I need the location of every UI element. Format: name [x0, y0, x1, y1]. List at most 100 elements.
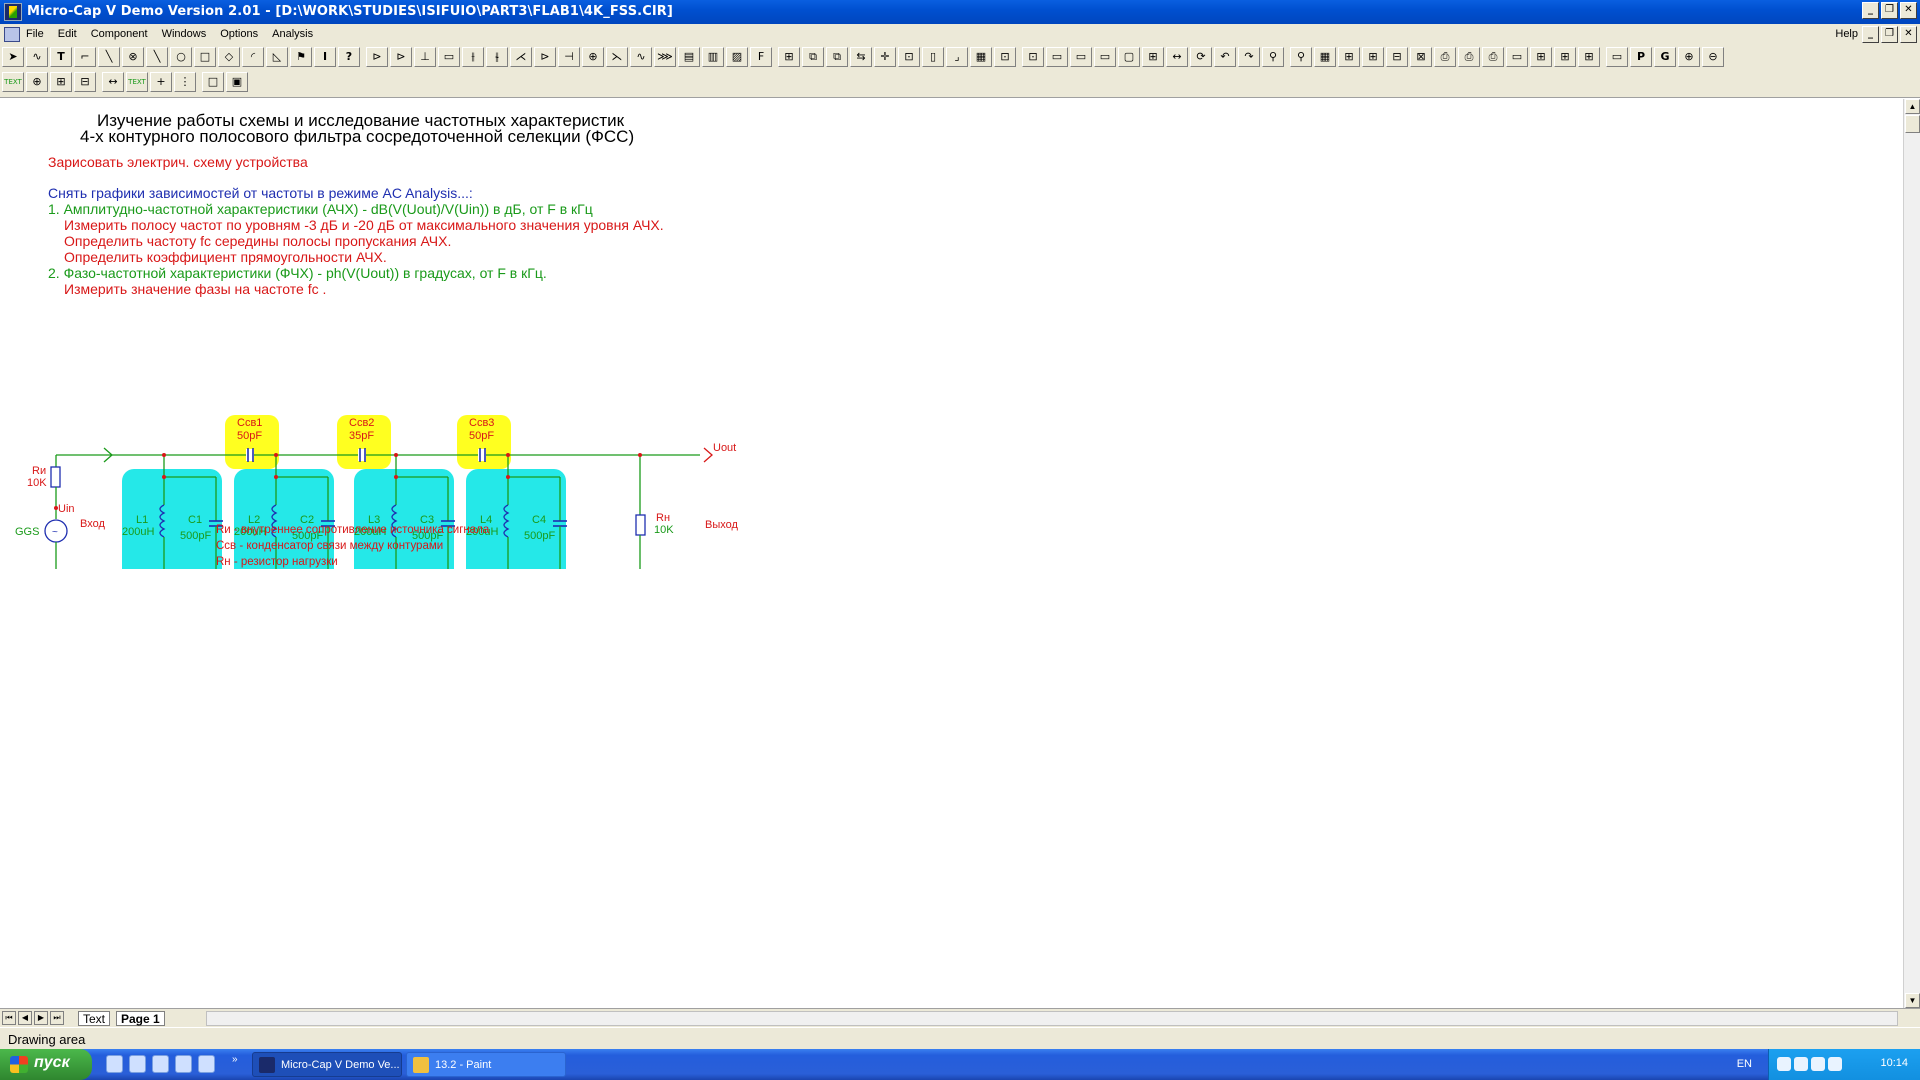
tray-volume-icon[interactable]: [1828, 1057, 1842, 1071]
probe2-icon[interactable]: ⚲: [1290, 47, 1312, 67]
close-button[interactable]: ✕: [1900, 2, 1917, 19]
g-tool[interactable]: G: [1654, 47, 1676, 67]
doc-restore-button[interactable]: ❐: [1881, 26, 1898, 43]
language-indicator[interactable]: EN: [1737, 1058, 1752, 1070]
prev-page-icon[interactable]: ◀: [18, 1011, 32, 1025]
last-page-icon[interactable]: ⏭: [50, 1011, 64, 1025]
menu-help[interactable]: Help: [1835, 28, 1858, 40]
zoom-out-icon[interactable]: ⊖: [1702, 47, 1724, 67]
tab-text[interactable]: Text: [78, 1011, 111, 1026]
jfet-icon[interactable]: ⊕: [582, 47, 604, 67]
battery-icon[interactable]: ⊣: [558, 47, 580, 67]
rectangle-icon[interactable]: □: [194, 47, 216, 67]
inductor-icon[interactable]: ⫳: [486, 47, 508, 67]
ortho-wire-icon[interactable]: ⌐: [74, 47, 96, 67]
preview-icon[interactable]: ⎙: [1434, 47, 1456, 67]
diagonal-wire-icon[interactable]: ╲: [98, 47, 120, 67]
document-icon[interactable]: [4, 27, 20, 42]
probe-icon[interactable]: ⚲: [1262, 47, 1284, 67]
model-icon[interactable]: ▭: [1506, 47, 1528, 67]
capacitor-icon[interactable]: ⫲: [462, 47, 484, 67]
font-icon[interactable]: F: [750, 47, 772, 67]
quick-launch-more-icon[interactable]: »: [232, 1054, 238, 1065]
opamp-icon[interactable]: ⋋: [606, 47, 628, 67]
first-page-icon[interactable]: ⏮: [2, 1011, 16, 1025]
pie-icon[interactable]: ◺: [266, 47, 288, 67]
task-microcap[interactable]: Micro-Cap V Demo Ve...: [252, 1052, 402, 1077]
mirror-icon[interactable]: ⊡: [898, 47, 920, 67]
explorer-icon[interactable]: [129, 1055, 146, 1073]
copy-icon[interactable]: ⧉: [802, 47, 824, 67]
bus-icon[interactable]: ⊗: [122, 47, 144, 67]
arc-icon[interactable]: ◜: [242, 47, 264, 67]
step-icon[interactable]: ⌟: [946, 47, 968, 67]
find-icon[interactable]: ⟳: [1190, 47, 1212, 67]
cir-icon[interactable]: ⊞: [1578, 47, 1600, 67]
menu-analysis[interactable]: Analysis: [272, 28, 313, 40]
macro-icon[interactable]: ▤: [678, 47, 700, 67]
scroll-thumb[interactable]: [1905, 115, 1920, 133]
cross-hair-icon[interactable]: +: [150, 72, 172, 92]
grid-text-icon[interactable]: ⊞: [50, 72, 72, 92]
zoom-in-icon[interactable]: ⊕: [1678, 47, 1700, 67]
grid-icon[interactable]: ⋮: [174, 72, 196, 92]
start-button[interactable]: пуск: [0, 1049, 92, 1080]
rn-resistor[interactable]: [635, 514, 646, 536]
diamond-icon[interactable]: ◇: [218, 47, 240, 67]
tile-h-icon[interactable]: ▭: [1046, 47, 1068, 67]
table-icon[interactable]: ▦: [970, 47, 992, 67]
pin-connection-icon[interactable]: ⊟: [74, 72, 96, 92]
menu-file[interactable]: File: [26, 28, 44, 40]
task-paint[interactable]: 13.2 - Paint: [406, 1052, 566, 1077]
horizontal-scrollbar[interactable]: [206, 1011, 1898, 1026]
title-block-icon[interactable]: ▣: [226, 72, 248, 92]
menu-options[interactable]: Options: [220, 28, 258, 40]
setup-icon[interactable]: ⎙: [1482, 47, 1504, 67]
media-icon[interactable]: [152, 1055, 169, 1073]
tab-page-1[interactable]: Page 1: [116, 1011, 165, 1026]
flip-icon[interactable]: ⇆: [850, 47, 872, 67]
scroll-up-arrow[interactable]: ▲: [1905, 99, 1920, 114]
grid-toggle-icon[interactable]: ▦: [1314, 47, 1336, 67]
node-numbers-icon[interactable]: ⊕: [26, 72, 48, 92]
text-tool[interactable]: T: [50, 47, 72, 67]
tray-antivirus-icon[interactable]: [1794, 1057, 1808, 1071]
ie-icon[interactable]: [106, 1055, 123, 1073]
ground-icon[interactable]: ⊥: [414, 47, 436, 67]
align-icon[interactable]: ▯: [922, 47, 944, 67]
undo-icon[interactable]: ↶: [1214, 47, 1236, 67]
library-icon[interactable]: ⊞: [1338, 47, 1360, 67]
attach-icon[interactable]: ⊡: [994, 47, 1016, 67]
coil-icon[interactable]: ∿: [630, 47, 652, 67]
redo-icon[interactable]: ↷: [1238, 47, 1260, 67]
window-icon[interactable]: ▢: [1118, 47, 1140, 67]
tray-monitor-icon[interactable]: [1811, 1057, 1825, 1071]
wire-mode-icon[interactable]: ↔: [102, 72, 124, 92]
wire-icon[interactable]: ∿: [26, 47, 48, 67]
bookmark-icon[interactable]: ⊞: [1142, 47, 1164, 67]
resistor-icon[interactable]: ▭: [438, 47, 460, 67]
doc-minimize-button[interactable]: _: [1862, 26, 1879, 43]
maximize-button[interactable]: ❐: [1881, 2, 1898, 19]
paste-icon[interactable]: ⧉: [826, 47, 848, 67]
attribute-text-button[interactable]: TEXT: [126, 72, 148, 92]
menu-component[interactable]: Component: [91, 28, 148, 40]
minimize-button[interactable]: _: [1862, 2, 1879, 19]
tray-network-icon[interactable]: [1777, 1057, 1791, 1071]
cascade-icon[interactable]: ▭: [1094, 47, 1116, 67]
tile-v-icon[interactable]: ▭: [1070, 47, 1092, 67]
detach-icon[interactable]: ⊡: [1022, 47, 1044, 67]
add-page-icon[interactable]: ⊞: [1362, 47, 1384, 67]
source-icon[interactable]: ⊳: [534, 47, 556, 67]
menu-edit[interactable]: Edit: [58, 28, 77, 40]
info-tool[interactable]: I: [314, 47, 336, 67]
component-icon[interactable]: ⊞: [1530, 47, 1552, 67]
symbol-icon[interactable]: ⊞: [1554, 47, 1576, 67]
menu-windows[interactable]: Windows: [162, 28, 207, 40]
diode-icon[interactable]: ⊳: [366, 47, 388, 67]
next-page-icon[interactable]: ▶: [34, 1011, 48, 1025]
ellipse-icon[interactable]: ○: [170, 47, 192, 67]
transistor-icon[interactable]: ⊳: [390, 47, 412, 67]
zoom-box-icon[interactable]: ⊞: [778, 47, 800, 67]
p-tool[interactable]: P: [1630, 47, 1652, 67]
